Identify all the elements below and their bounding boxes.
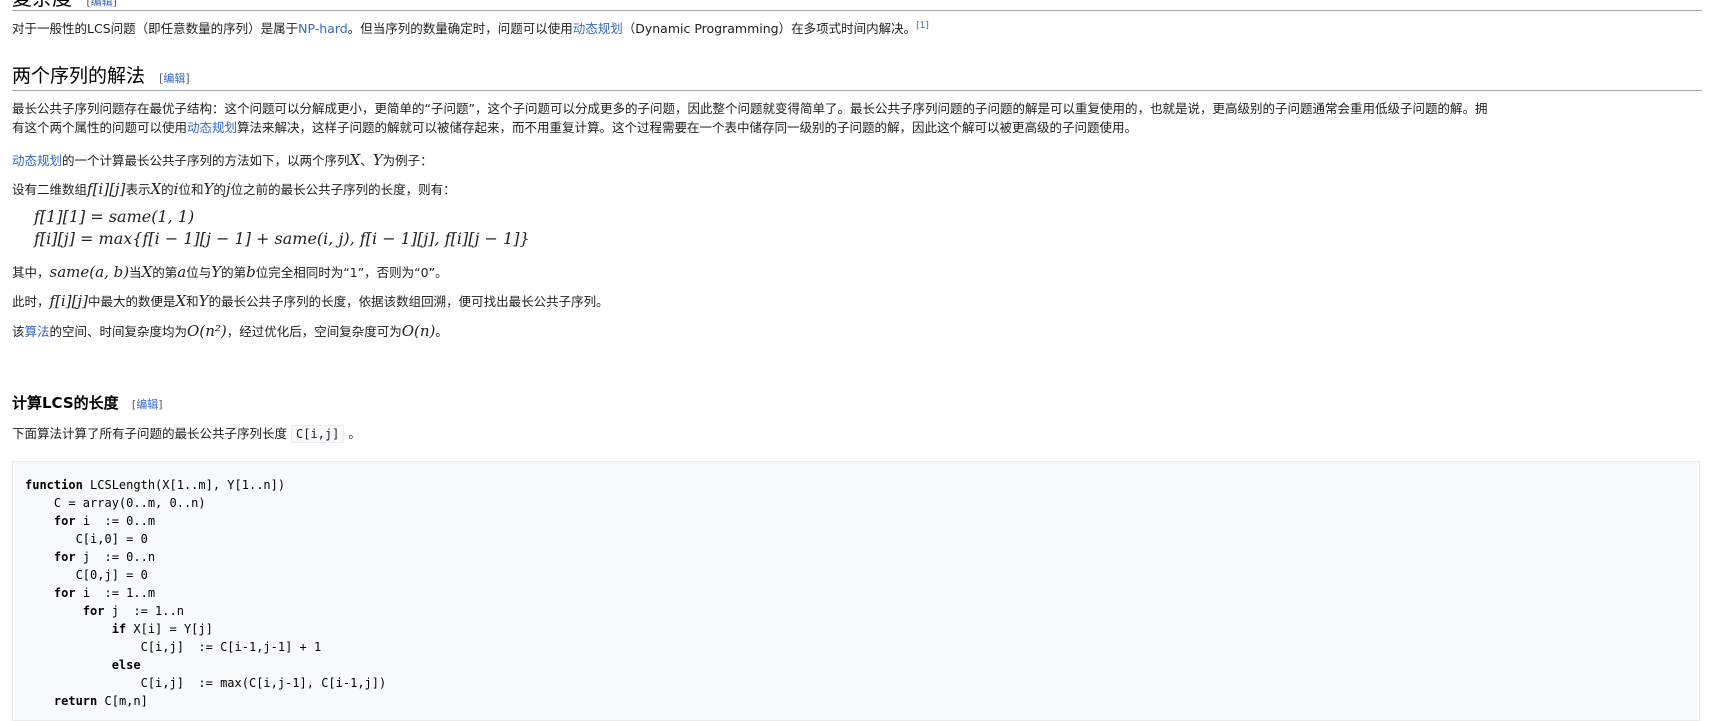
code-line: C = array(0..m, 0..n)	[25, 494, 1687, 512]
code-text: i := 1..m	[75, 586, 156, 600]
code-text: C = array(0..m, 0..n)	[53, 496, 206, 510]
code-keyword: if	[111, 622, 127, 636]
section-title: 两个序列的解法	[12, 65, 146, 87]
section-heading-two-sequences: 两个序列的解法 [编辑]	[12, 62, 1702, 91]
formula-line: f[1][1] = same(1, 1)	[34, 207, 195, 226]
code-line: for i := 1..m	[25, 584, 1687, 602]
code-block-lcs-length: function LCSLength(X[1..m], Y[1..n]) C =…	[12, 461, 1700, 721]
recurrence-formula: f[1][1] = same(1, 1) f[i][j] = max{f[i −…	[34, 206, 530, 250]
code-text: i := 0..m	[75, 514, 156, 528]
link-np-hard[interactable]: NP-hard	[298, 21, 348, 36]
paragraph-array-definition: 设有二维数组f[i][j]表示X的i位和Y的j位之前的最长公共子序列的长度，则有…	[12, 180, 456, 198]
code-line: C[i,j] := max(C[i,j-1], C[i-1,j])	[25, 674, 1687, 692]
code-text: C[0,j] = 0	[75, 568, 148, 582]
paragraph-optimal-substructure: 最长公共子序列问题存在最优子结构：这个问题可以分解成更小，更简单的“子问题”，这…	[12, 101, 1488, 135]
code-line: else	[25, 656, 1687, 674]
code-keyword: else	[111, 658, 141, 672]
paragraph-same-definition: 其中，same(a, b)当X的第a位与Y的第b位完全相同时为“1”，否则为“0…	[12, 263, 448, 281]
edit-section-link[interactable]: [编辑]	[159, 72, 190, 85]
code-line: for j := 1..n	[25, 602, 1687, 620]
paragraph-compute-description: 下面算法计算了所有子问题的最长公共子序列长度 C[i,j] 。	[12, 425, 361, 443]
code-text: X[i] = Y[j]	[126, 622, 213, 636]
link-dynamic-programming[interactable]: 动态规划	[573, 21, 623, 36]
code-line: C[0,j] = 0	[25, 566, 1687, 584]
section-heading-complexity: 复杂度 [编辑]	[12, 0, 1702, 11]
code-text: j := 1..n	[104, 604, 184, 618]
code-text: LCSLength(X[1..m], Y[1..n])	[82, 478, 286, 492]
paragraph-method: 动态规划的一个计算最长公共子序列的方法如下，以两个序列X、Y为例子：	[12, 151, 433, 169]
code-keyword: for	[53, 550, 76, 564]
code-line: C[i,0] = 0	[25, 530, 1687, 548]
formula-line: f[i][j] = max{f[i − 1][j − 1] + same(i, …	[34, 229, 530, 248]
code-text: j := 0..n	[75, 550, 156, 564]
code-line: for j := 0..n	[25, 548, 1687, 566]
link-dynamic-programming[interactable]: 动态规划	[12, 153, 62, 168]
section-title: 复杂度	[12, 0, 72, 10]
code-keyword: function	[25, 478, 83, 492]
code-keyword: return	[53, 694, 98, 708]
code-keyword: for	[53, 514, 76, 528]
code-keyword: for	[53, 586, 76, 600]
paragraph-complexity: 对于一般性的LCS问题（即任意数量的序列）是属于NP-hard。但当序列的数量确…	[12, 20, 929, 36]
edit-section-link[interactable]: [编辑]	[86, 0, 117, 8]
section-heading-compute-lcs-length: 计算LCS的长度 [编辑]	[12, 392, 162, 416]
paragraph-backtrack: 此时，f[i][j]中最大的数便是X和Y的最长公共子序列的长度，依据该数组回溯，…	[12, 292, 609, 310]
inline-code: C[i,j]	[291, 425, 345, 443]
link-algorithm[interactable]: 算法	[25, 324, 50, 339]
link-dynamic-programming[interactable]: 动态规划	[187, 120, 237, 135]
edit-section-link[interactable]: [编辑]	[132, 398, 163, 411]
section-title: 计算LCS的长度	[12, 394, 119, 412]
code-line: for i := 0..m	[25, 512, 1687, 530]
code-line: C[i,j] := C[i-1,j-1] + 1	[25, 638, 1687, 656]
reference-link[interactable]: [1]	[916, 21, 929, 31]
code-text: C[i,0] = 0	[75, 532, 148, 546]
code-text: C[i,j] := C[i-1,j-1] + 1	[140, 640, 322, 654]
code-line: function LCSLength(X[1..m], Y[1..n])	[25, 476, 1687, 494]
code-text: C[i,j] := max(C[i,j-1], C[i-1,j])	[140, 676, 387, 690]
code-line: if X[i] = Y[j]	[25, 620, 1687, 638]
paragraph-time-complexity: 该算法的空间、时间复杂度均为O(n²)，经过优化后，空间复杂度可为O(n)。	[12, 322, 448, 340]
code-keyword: for	[82, 604, 105, 618]
code-text: C[m,n]	[97, 694, 148, 708]
code-line: return C[m,n]	[25, 692, 1687, 710]
